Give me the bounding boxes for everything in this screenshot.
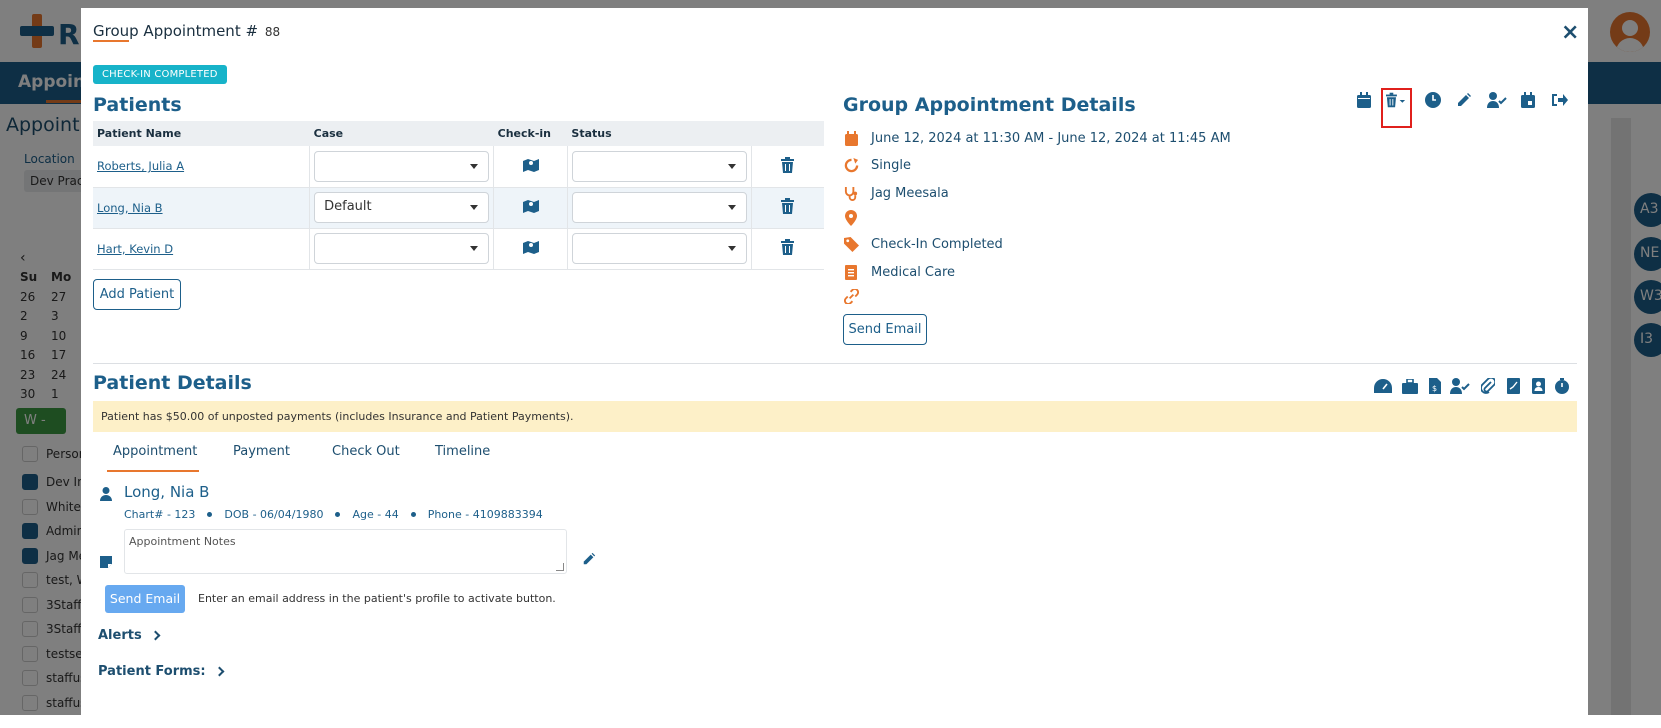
chevron-right-icon <box>214 667 224 677</box>
trash-icon[interactable] <box>781 198 794 217</box>
appointment-notes-textarea[interactable]: Appointment Notes <box>124 529 567 574</box>
caret-down-icon <box>728 205 736 210</box>
patient-age: Age - 44 <box>352 508 398 521</box>
patient-name-link[interactable]: Roberts, Julia A <box>97 159 184 173</box>
dashboard-icon[interactable] <box>1373 376 1393 396</box>
active-tab-underline <box>107 470 199 472</box>
map-check-in-icon[interactable] <box>523 198 539 217</box>
status-badge: CHECK-IN COMPLETED <box>93 65 227 84</box>
patient-details-heading: Patient Details <box>93 372 252 394</box>
map-check-in-icon[interactable] <box>523 157 539 176</box>
col-header: Status <box>567 121 751 146</box>
send-email-button[interactable]: Send Email <box>843 314 927 345</box>
calendar-icon <box>843 130 859 146</box>
caret-down-icon <box>470 205 478 210</box>
calendar-alt-icon[interactable] <box>1518 90 1538 110</box>
alerts-expander[interactable]: Alerts <box>98 628 159 643</box>
link-icon <box>843 288 859 304</box>
col-header: Case <box>310 121 494 146</box>
detail-status: Check-In Completed <box>843 234 1003 254</box>
calendar-icon[interactable] <box>1354 90 1374 110</box>
caret-down-icon <box>470 164 478 169</box>
edit-pencil-icon[interactable] <box>1454 90 1474 110</box>
send-email-disabled-button[interactable]: Send Email <box>105 585 185 613</box>
patients-heading: Patients <box>93 94 182 116</box>
user-check-icon[interactable] <box>1487 90 1507 110</box>
tab-payment[interactable]: Payment <box>233 444 290 459</box>
case-select[interactable] <box>314 233 489 264</box>
tab-appointment[interactable]: Appointment <box>113 444 197 459</box>
status-select[interactable] <box>572 192 747 223</box>
edit-notes-icon[interactable] <box>582 551 596 570</box>
trash-icon[interactable] <box>781 239 794 258</box>
col-header: Patient Name <box>93 121 310 146</box>
resize-handle[interactable] <box>556 563 564 571</box>
caret-down-icon <box>470 246 478 251</box>
clipboard-list-icon <box>843 264 859 280</box>
chevron-right-icon <box>150 631 160 641</box>
notes-placeholder: Appointment Notes <box>129 535 236 548</box>
case-select[interactable] <box>314 151 489 182</box>
status-select[interactable] <box>572 151 747 182</box>
sticky-note-icon <box>100 553 112 572</box>
briefcase-icon[interactable] <box>1400 376 1420 396</box>
selected-patient-name[interactable]: Long, Nia B <box>124 483 209 501</box>
tab-check-out[interactable]: Check Out <box>332 444 400 459</box>
trash-icon[interactable] <box>781 157 794 176</box>
user-check-icon[interactable] <box>1450 376 1470 396</box>
sign-out-icon[interactable] <box>1549 90 1569 110</box>
table-row: Long, Nia B Default <box>93 187 824 228</box>
section-divider <box>93 363 1577 364</box>
status-select[interactable] <box>572 233 747 264</box>
table-row: Hart, Kevin D <box>93 228 824 269</box>
case-value: Default <box>324 199 372 214</box>
file-signature-icon[interactable] <box>1503 376 1523 396</box>
repeat-icon <box>843 157 859 173</box>
detail-location <box>843 208 871 228</box>
paperclip-icon[interactable] <box>1478 376 1498 396</box>
patient-forms-expander[interactable]: Patient Forms: <box>98 664 223 679</box>
details-heading: Group Appointment Details <box>843 94 1136 116</box>
map-marker-icon <box>843 210 859 226</box>
close-button[interactable]: × <box>1561 22 1579 44</box>
stethoscope-icon <box>843 185 859 201</box>
tab-timeline[interactable]: Timeline <box>435 444 490 459</box>
clock-icon[interactable] <box>1423 90 1443 110</box>
patient-name-link[interactable]: Hart, Kevin D <box>97 242 173 256</box>
invoice-dollar-icon[interactable]: $ <box>1425 376 1445 396</box>
detail-recurrence: Single <box>843 155 911 175</box>
tag-icon <box>843 236 859 252</box>
unposted-payments-alert: Patient has $50.00 of unposted payments … <box>93 401 1577 432</box>
send-email-hint: Enter an email address in the patient's … <box>198 592 556 605</box>
patients-table: Patient Name Case Check-in Status Robert… <box>93 121 824 270</box>
user-icon <box>100 486 112 505</box>
col-header: Check-in <box>494 121 568 146</box>
patient-chart: Chart# - 123 <box>124 508 195 521</box>
detail-link <box>843 286 871 306</box>
stopwatch-icon[interactable] <box>1552 376 1572 396</box>
title-underline <box>93 40 129 42</box>
patient-info-line: Chart# - 123 DOB - 06/04/1980 Age - 44 P… <box>124 508 543 521</box>
svg-text:$: $ <box>1432 384 1437 393</box>
case-select[interactable]: Default <box>314 192 489 223</box>
detail-provider: Jag Meesala <box>843 183 949 203</box>
detail-type: Medical Care <box>843 262 955 282</box>
highlight-box <box>1381 88 1412 128</box>
patient-name-link[interactable]: Long, Nia B <box>97 201 163 215</box>
patient-dob: DOB - 06/04/1980 <box>224 508 323 521</box>
group-appointment-modal: Group Appointment # 88 × CHECK-IN COMPLE… <box>81 8 1588 728</box>
col-header <box>751 121 824 146</box>
caret-down-icon <box>728 246 736 251</box>
patient-phone: Phone - 4109883394 <box>428 508 543 521</box>
modal-title: Group Appointment # 88 <box>93 22 280 40</box>
contact-card-icon[interactable] <box>1528 376 1548 396</box>
appointment-number: 88 <box>265 25 280 39</box>
caret-down-icon <box>728 164 736 169</box>
table-row: Roberts, Julia A <box>93 146 824 187</box>
map-check-in-icon[interactable] <box>523 239 539 258</box>
detail-datetime: June 12, 2024 at 11:30 AM - June 12, 202… <box>843 128 1231 148</box>
add-patient-button[interactable]: Add Patient <box>93 279 181 310</box>
